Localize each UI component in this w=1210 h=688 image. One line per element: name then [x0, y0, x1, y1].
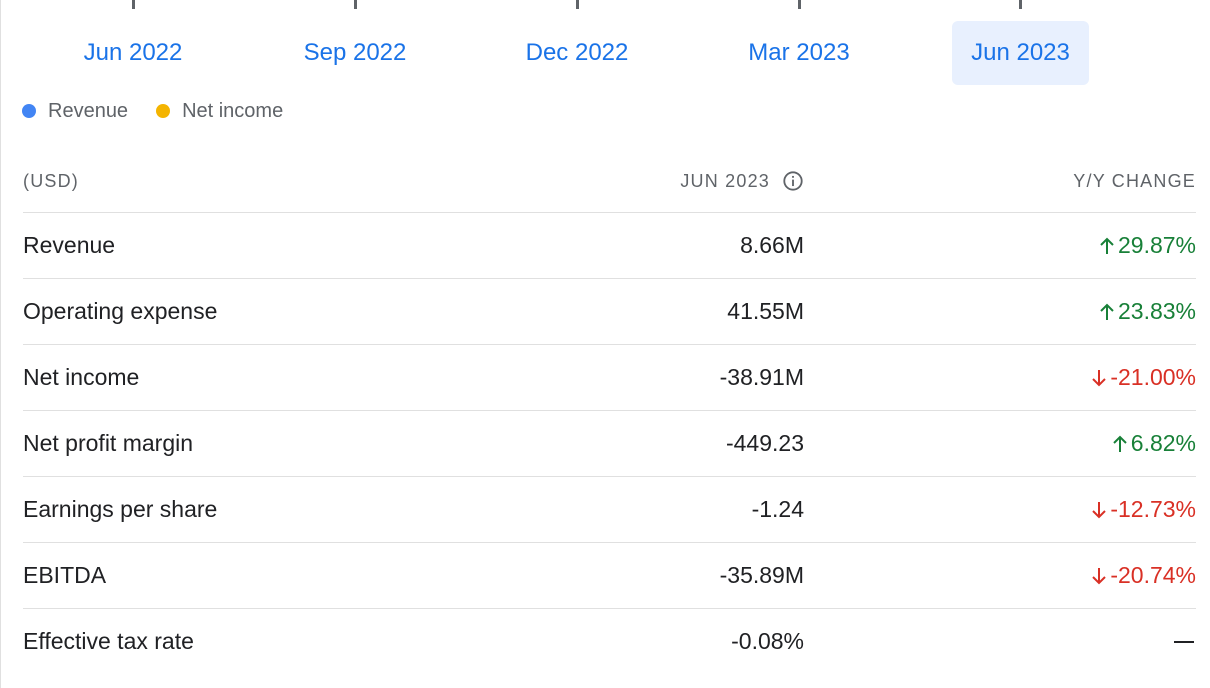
row-value: 8.66M: [740, 232, 804, 258]
legend-item-net-income: Net income: [156, 100, 283, 123]
period-selector: Jun 2022 Sep 2022 Dec 2022 Mar 2023 Jun …: [0, 0, 1210, 90]
axis-tick: [1019, 0, 1022, 9]
info-icon[interactable]: [782, 170, 804, 192]
table-row: Effective tax rate -0.08%: [23, 609, 1196, 674]
axis-tick: [798, 0, 801, 9]
row-value: -38.91M: [719, 364, 804, 390]
chart-legend: Revenue Net income: [22, 96, 311, 126]
row-value: 41.55M: [727, 298, 804, 324]
header-currency: (USD): [23, 170, 79, 191]
period-button-jun-2023[interactable]: Jun 2023: [952, 21, 1089, 85]
table-row: Operating expense 41.55M 23.83%: [23, 279, 1196, 345]
change-value: 23.83%: [1117, 298, 1196, 324]
row-value: -449.23: [725, 430, 804, 456]
change-value: 6.82%: [1130, 430, 1196, 456]
row-change: -12.73%: [804, 496, 1196, 523]
period-button-mar-2023[interactable]: Mar 2023: [734, 21, 864, 85]
header-period: JUN 2023: [423, 170, 804, 192]
arrow-down-icon: [1092, 369, 1107, 386]
legend-label-net-income: Net income: [182, 99, 284, 122]
row-value: -1.24: [751, 496, 804, 522]
table-row: Net income -38.91M -21.00%: [23, 345, 1196, 411]
row-label: Net income: [23, 364, 140, 390]
panel-left-border: [0, 0, 1, 688]
legend-dot-revenue: [22, 104, 36, 118]
arrow-up-icon: [1113, 435, 1127, 452]
change-value: -20.74%: [1110, 562, 1196, 588]
arrow-up-icon: [1100, 303, 1114, 320]
row-label: Effective tax rate: [23, 628, 194, 654]
legend-dot-net-income: [156, 104, 171, 118]
row-change: 23.83%: [804, 298, 1196, 325]
table-row: Net profit margin -449.23 6.82%: [23, 411, 1196, 477]
header-yoy-change: Y/Y CHANGE: [1073, 170, 1196, 191]
table-row: Revenue 8.66M 29.87%: [23, 213, 1196, 279]
row-change: -20.74%: [804, 562, 1196, 589]
row-value: -35.89M: [719, 562, 804, 588]
arrow-down-icon: [1092, 567, 1107, 584]
dash-icon: [1174, 640, 1194, 643]
legend-item-revenue: Revenue: [22, 100, 128, 123]
table-header: (USD) JUN 2023 Y/Y CHANGE: [23, 150, 1196, 213]
axis-tick: [132, 0, 135, 9]
row-change: 29.87%: [804, 232, 1196, 259]
change-value: -12.73%: [1110, 496, 1196, 522]
financials-table: (USD) JUN 2023 Y/Y CHANGE Revenue 8.66M 29…: [23, 150, 1196, 674]
row-change: [804, 640, 1196, 643]
change-value: -21.00%: [1110, 364, 1196, 390]
row-change: -21.00%: [804, 364, 1196, 391]
table-row: EBITDA -35.89M -20.74%: [23, 543, 1196, 609]
header-period-label: JUN 2023: [680, 170, 770, 191]
legend-label-revenue: Revenue: [48, 99, 129, 122]
row-change: 6.82%: [804, 430, 1196, 457]
row-value: -0.08%: [731, 628, 804, 654]
table-body: Revenue 8.66M 29.87% Operating expense 41.55…: [23, 213, 1196, 674]
period-button-dec-2022[interactable]: Dec 2022: [511, 21, 643, 85]
arrow-up-icon: [1100, 237, 1114, 254]
table-row: Earnings per share -1.24 -12.73%: [23, 477, 1196, 543]
arrow-down-icon: [1092, 501, 1107, 518]
axis-tick: [576, 0, 579, 9]
row-label: Net profit margin: [23, 430, 194, 456]
row-label: Revenue: [23, 232, 116, 258]
axis-tick: [354, 0, 357, 9]
row-label: EBITDA: [23, 562, 107, 588]
period-button-jun-2022[interactable]: Jun 2022: [68, 21, 198, 85]
row-label: Operating expense: [23, 298, 218, 324]
row-label: Earnings per share: [23, 496, 218, 522]
period-button-sep-2022[interactable]: Sep 2022: [290, 21, 420, 85]
change-value: 29.87%: [1117, 232, 1196, 258]
